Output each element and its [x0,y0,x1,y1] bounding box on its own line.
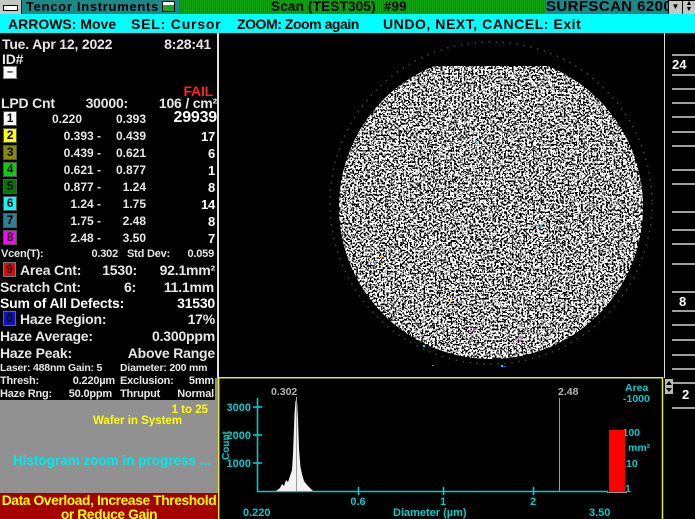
svg-text:3.50: 3.50 [589,507,610,519]
svg-text:0.302: 0.302 [271,386,297,398]
svg-text:1: 1 [625,483,631,495]
svg-text:0.220: 0.220 [243,507,271,519]
svg-text:3000: 3000 [227,402,251,414]
svg-text:0.6: 0.6 [350,496,365,508]
svg-text:Diameter (µm): Diameter (µm) [393,507,467,519]
svg-text:2.48: 2.48 [558,386,579,398]
svg-text:10: 10 [626,458,638,470]
svg-text:mm²: mm² [628,442,651,454]
svg-text:24: 24 [672,57,687,72]
svg-text:-1000: -1000 [623,393,650,405]
svg-text:2: 2 [530,496,536,508]
svg-text:8: 8 [679,294,686,309]
svg-text:Count: Count [221,430,232,460]
